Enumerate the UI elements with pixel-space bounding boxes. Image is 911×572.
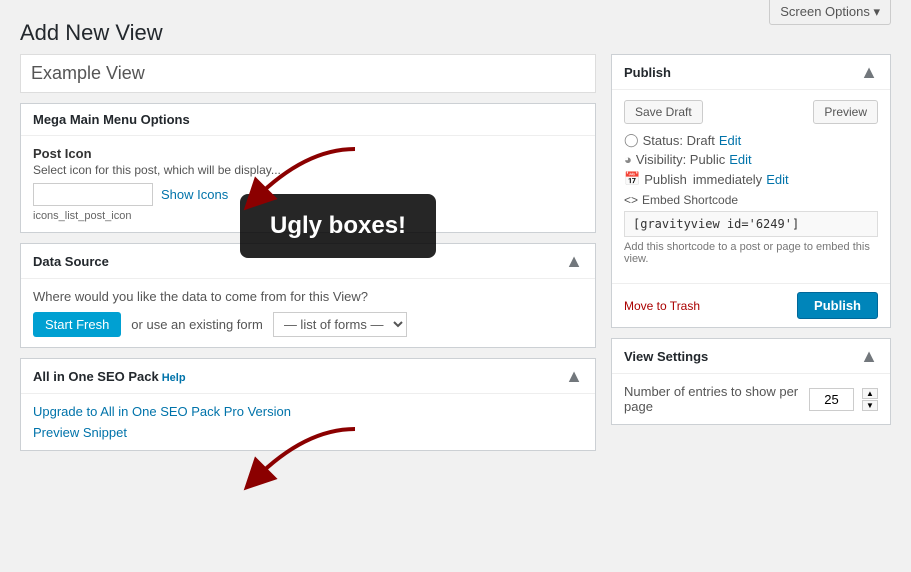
publish-button[interactable]: Publish [797, 292, 878, 319]
seo-help-link[interactable]: Help [162, 372, 186, 384]
status-edit-link[interactable]: Edit [719, 133, 741, 148]
publish-time-row: 📅 Publish immediately Edit [624, 171, 878, 187]
publish-box-body: Save Draft Preview ◯ Status: Draft Edit … [612, 90, 890, 283]
seo-body: Upgrade to All in One SEO Pack Pro Versi… [21, 394, 595, 450]
seo-toggle: ▲ [565, 367, 583, 385]
post-icon-desc: Select icon for this post, which will be… [33, 163, 583, 177]
icon-text-input[interactable] [33, 183, 153, 206]
visibility-row: ◕ Visibility: Public Edit [624, 152, 878, 167]
embed-icon: <> [624, 193, 638, 207]
visibility-label: Visibility: Public [636, 152, 725, 167]
status-label: Status: Draft [643, 133, 715, 148]
data-source-header[interactable]: Data Source ▲ [21, 244, 595, 279]
publish-time-label: Publish [644, 172, 687, 187]
post-icon-label: Post Icon [33, 146, 583, 161]
publish-toggle: ▲ [860, 63, 878, 81]
data-source-postbox: Data Source ▲ Where would you like the d… [20, 243, 596, 348]
entries-label: Number of entries to show per page [624, 384, 801, 414]
publish-box-title: Publish [624, 65, 671, 80]
publish-box: Publish ▲ Save Draft Preview ◯ Status: D… [611, 54, 891, 328]
forms-select[interactable]: — list of forms — [273, 312, 407, 337]
seo-title: All in One SEO PackHelp [33, 369, 186, 384]
entries-spin-up[interactable]: ▲ [862, 388, 878, 399]
visibility-icon: ◕ [624, 152, 632, 167]
view-settings-toggle: ▲ [860, 347, 878, 365]
embed-shortcode-label: <> Embed Shortcode [624, 193, 878, 207]
page-title: Add New View [20, 20, 163, 46]
publish-time-value: immediately [693, 172, 762, 187]
start-fresh-button[interactable]: Start Fresh [33, 312, 121, 337]
data-source-body: Where would you like the data to come fr… [21, 279, 595, 347]
data-source-toggle: ▲ [565, 252, 583, 270]
or-text: or use an existing form [131, 317, 263, 332]
data-source-desc: Where would you like the data to come fr… [33, 289, 583, 304]
view-settings-body: Number of entries to show per page ▲ ▼ [612, 374, 890, 424]
data-source-title: Data Source [33, 254, 109, 269]
screen-options-button[interactable]: Screen Options [769, 0, 891, 25]
mega-menu-postbox: Mega Main Menu Options Post Icon Select … [20, 103, 596, 233]
seo-header[interactable]: All in One SEO PackHelp ▲ [21, 359, 595, 394]
seo-postbox: All in One SEO PackHelp ▲ Upgrade to All… [20, 358, 596, 451]
view-settings-title: View Settings [624, 349, 708, 364]
shortcode-note: Add this shortcode to a post or page to … [624, 241, 878, 265]
mega-menu-header[interactable]: Mega Main Menu Options [21, 104, 595, 136]
view-settings-header[interactable]: View Settings ▲ [612, 339, 890, 374]
preview-button[interactable]: Preview [813, 100, 878, 124]
publish-time-edit-link[interactable]: Edit [766, 172, 788, 187]
show-icons-link[interactable]: Show Icons [161, 187, 228, 202]
save-draft-button[interactable]: Save Draft [624, 100, 703, 124]
entries-spinner: ▲ ▼ [862, 388, 878, 411]
seo-upgrade-link[interactable]: Upgrade to All in One SEO Pack Pro Versi… [33, 404, 583, 419]
preview-snippet-link[interactable]: Preview Snippet [33, 425, 127, 440]
publish-footer: Move to Trash Publish [612, 283, 890, 327]
move-to-trash-link[interactable]: Move to Trash [624, 299, 700, 313]
status-icon: ◯ [624, 132, 639, 148]
visibility-edit-link[interactable]: Edit [729, 152, 751, 167]
calendar-icon: 📅 [624, 171, 640, 187]
shortcode-box[interactable]: [gravityview id='6249'] [624, 211, 878, 237]
entries-input[interactable] [809, 388, 854, 411]
status-row: ◯ Status: Draft Edit [624, 132, 878, 148]
mega-menu-body: Post Icon Select icon for this post, whi… [21, 136, 595, 232]
publish-box-header[interactable]: Publish ▲ [612, 55, 890, 90]
mega-menu-title: Mega Main Menu Options [33, 112, 190, 127]
view-settings-box: View Settings ▲ Number of entries to sho… [611, 338, 891, 425]
view-title-input[interactable] [20, 54, 596, 93]
icon-field-name: icons_list_post_icon [33, 210, 583, 222]
entries-spin-down[interactable]: ▼ [862, 400, 878, 411]
